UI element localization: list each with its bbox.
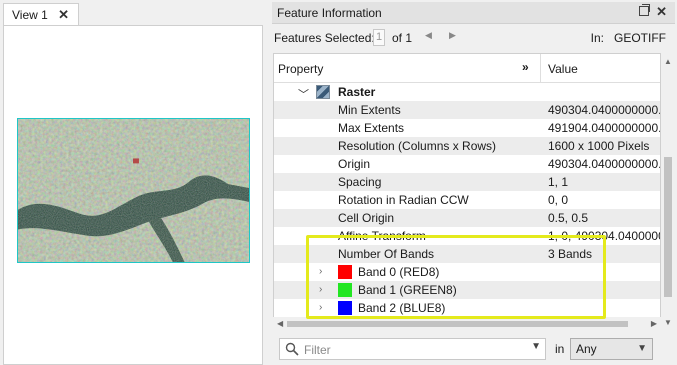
property-name: Rotation in Radian CCW [338,193,469,207]
next-arrow-icon[interactable]: ▶ [449,30,456,41]
filter-scope-select[interactable]: Any ▼ [570,338,653,360]
selection-toolbar: Features Selected: 1 of 1 ◀ ▶ In: GEOTIF… [272,25,675,51]
tab-view-1[interactable]: View 1 ✕ [3,3,79,25]
table-row[interactable]: Spacing 1, 1 [274,173,660,191]
column-header-property[interactable]: Property [278,62,323,76]
feature-count-label: of 1 [392,31,413,45]
expand-column-icon[interactable]: » [522,60,529,74]
property-value: 0, 0 [548,193,569,207]
table-row[interactable]: Min Extents 490304.0400000000... [274,101,660,119]
scroll-right-icon[interactable]: ▶ [651,319,657,328]
raster-icon [316,85,330,99]
table-row[interactable]: Origin 490304.0400000000... [274,155,660,173]
table-header: Property » Value [274,54,660,83]
float-icon[interactable] [639,4,650,16]
raster-image [17,118,250,263]
tab-label: View 1 [12,7,48,22]
panel-title: Feature Information [277,6,382,20]
in-label: in [555,342,565,356]
property-name: Max Extents [338,121,405,135]
property-name: Min Extents [338,103,401,117]
scroll-up-icon[interactable]: ▲ [664,57,672,66]
chevron-down-icon[interactable]: ﹀ [298,86,309,102]
property-name: Spacing [338,175,382,189]
chevron-down-icon[interactable]: ▼ [531,341,541,352]
previous-arrow-icon[interactable]: ◀ [425,30,432,41]
vertical-scrollbar[interactable]: ▲ ▼ [661,53,675,331]
feature-index-field[interactable]: 1 [373,29,385,46]
in-label: In: [590,31,604,45]
property-value: 490304.0400000000... [548,157,660,171]
property-value: 1600 x 1000 Pixels [548,139,650,153]
group-label: Raster [338,85,376,99]
scroll-thumb[interactable] [287,321,628,327]
column-divider[interactable] [540,54,541,83]
property-value: 0.5, 0.5 [548,211,589,225]
table-row[interactable]: Max Extents 491904.0400000000... [274,119,660,137]
panel-titlebar: Feature Information ✕ [272,2,675,24]
property-value: 490304.0400000000... [548,103,660,117]
scroll-down-icon[interactable]: ▼ [664,318,672,327]
close-icon[interactable]: ✕ [656,4,667,20]
property-name: Origin [338,157,371,171]
column-header-value[interactable]: Value [548,62,578,76]
search-icon [285,342,299,356]
filter-input[interactable] [304,341,524,358]
chevron-down-icon: ▼ [637,343,647,354]
close-icon[interactable]: ✕ [58,7,69,23]
property-value: 1, 1 [548,175,569,189]
features-selected-label: Features Selected: [274,31,375,45]
scroll-left-icon[interactable]: ◀ [277,319,283,328]
source-format: GEOTIFF [614,31,666,45]
view-panel: View 1 ✕ [0,0,263,365]
raster-group-row[interactable]: ﹀ Raster [274,83,660,101]
scope-value: Any [576,342,597,356]
scroll-thumb[interactable] [664,157,672,297]
bands-highlight-box [306,235,606,319]
property-value: 491904.0400000000... [548,121,660,135]
map-canvas[interactable] [3,25,263,365]
table-row[interactable]: Resolution (Columns x Rows) 1600 x 1000 … [274,137,660,155]
table-row[interactable]: Rotation in Radian CCW 0, 0 [274,191,660,209]
source-label: In: GEOTIFF [591,31,666,45]
filter-field[interactable]: ▼ [279,338,546,360]
table-row[interactable]: Cell Origin 0.5, 0.5 [274,209,660,227]
property-name: Resolution (Columns x Rows) [338,139,497,153]
property-name: Cell Origin [338,211,395,225]
horizontal-scrollbar[interactable]: ◀ ▶ [273,317,661,331]
